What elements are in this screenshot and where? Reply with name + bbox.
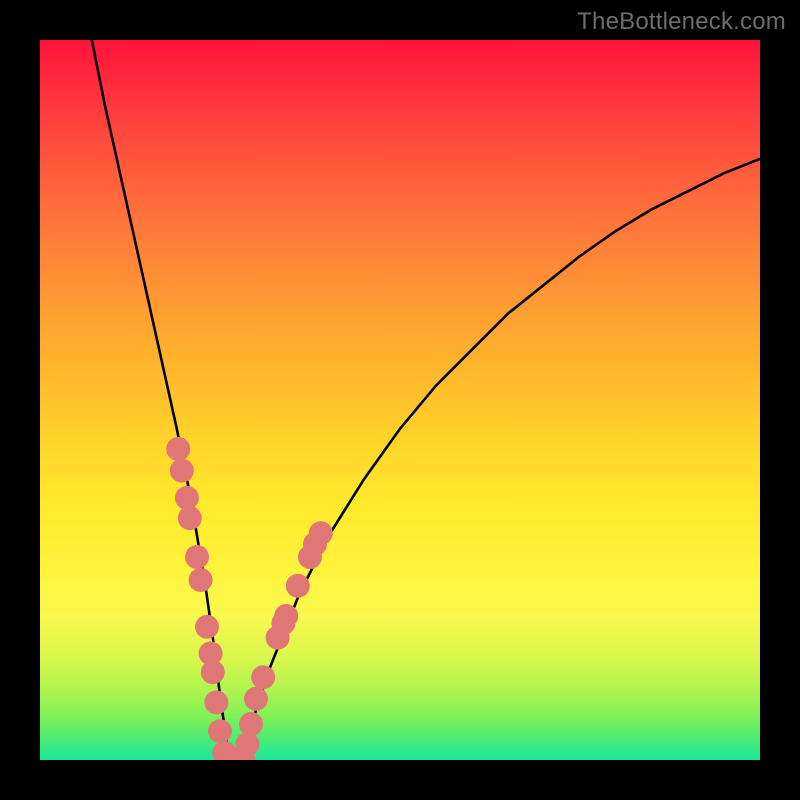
bottleneck-curve (90, 40, 760, 760)
data-point (189, 568, 213, 592)
data-point (208, 719, 232, 743)
data-point (274, 604, 298, 628)
chart-svg (40, 40, 760, 760)
data-point (309, 521, 333, 545)
data-point (244, 687, 268, 711)
data-point (239, 712, 263, 736)
curve-group (90, 40, 760, 760)
data-point (175, 486, 199, 510)
data-point (201, 660, 225, 684)
data-point (170, 459, 194, 483)
data-point (204, 690, 228, 714)
chart-frame: TheBottleneck.com (0, 0, 800, 800)
data-point (185, 545, 209, 569)
marker-cluster-left (166, 437, 251, 760)
data-point (178, 506, 202, 530)
data-point (251, 665, 275, 689)
plot-area (40, 40, 760, 760)
marker-cluster-right (231, 521, 333, 760)
data-point (195, 615, 219, 639)
data-point (235, 732, 259, 756)
data-point (286, 574, 310, 598)
watermark-text: TheBottleneck.com (577, 8, 786, 36)
data-point (166, 437, 190, 461)
